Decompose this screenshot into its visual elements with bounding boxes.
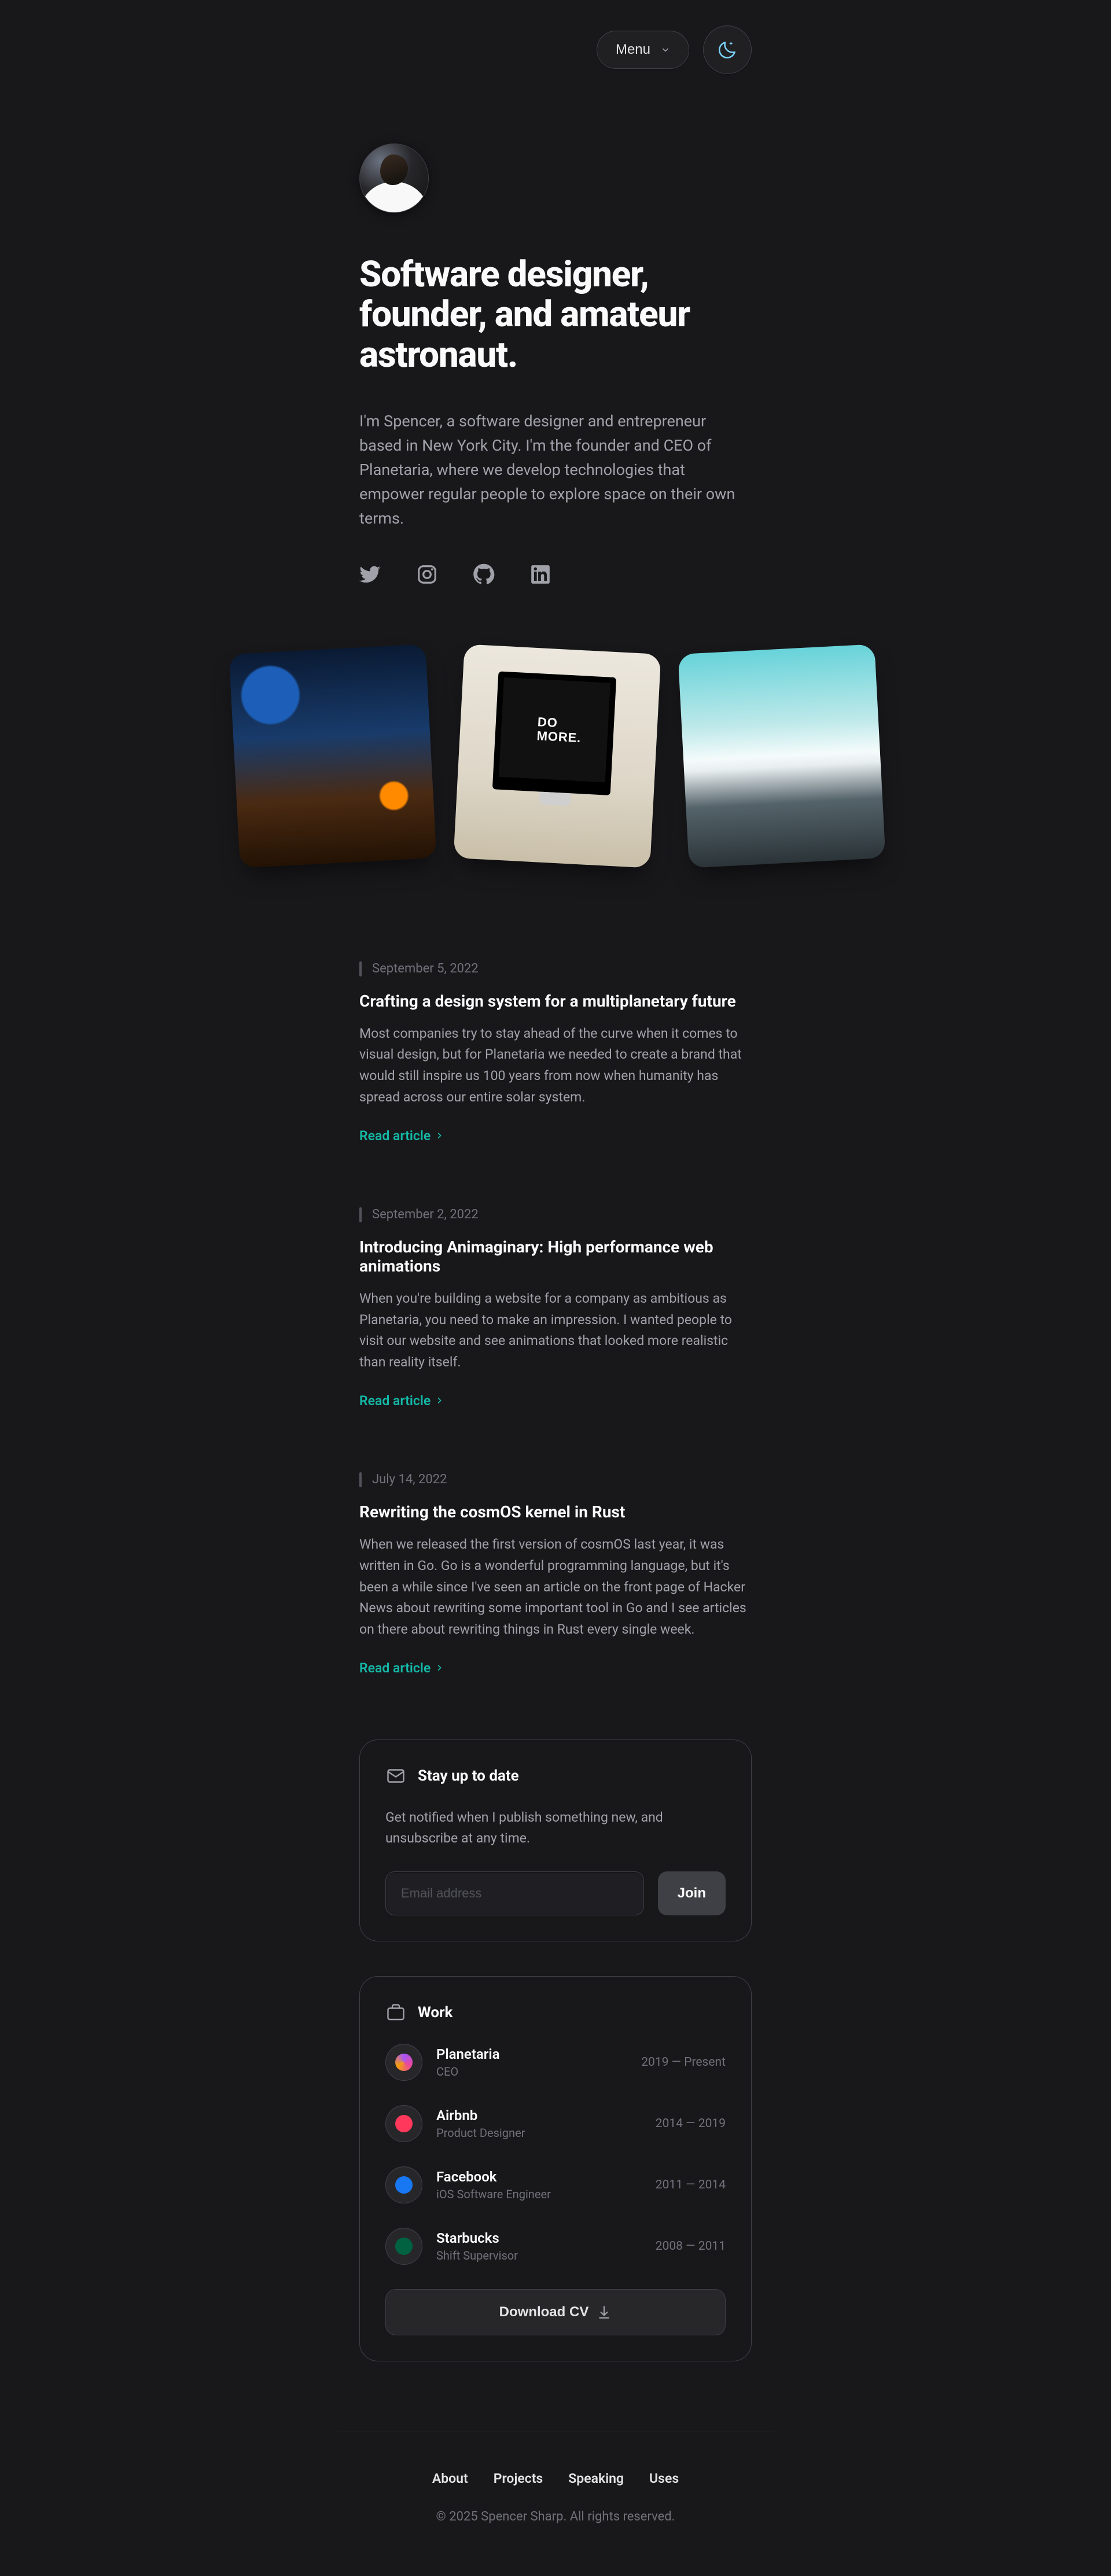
twitter-icon: [359, 563, 381, 585]
company-logo: [385, 2105, 422, 2142]
company-logo: [385, 2044, 422, 2081]
article-body: When we released the first version of co…: [359, 1534, 752, 1641]
date-bar: [359, 1472, 362, 1487]
theme-toggle-button[interactable]: [703, 25, 752, 74]
work-company: Planetaria: [436, 2046, 627, 2062]
hero-subtitle: I'm Spencer, a software designer and ent…: [359, 410, 741, 530]
work-dates: 2011 — 2014: [656, 2178, 726, 2192]
join-button[interactable]: Join: [658, 1871, 726, 1915]
read-article-link[interactable]: Read article: [359, 1660, 752, 1676]
download-cv-button[interactable]: Download CV: [385, 2289, 726, 2335]
work-role: CEO: [436, 2065, 627, 2079]
email-input[interactable]: [385, 1871, 644, 1915]
article-date: July 14, 2022: [372, 1472, 447, 1487]
avatar[interactable]: [359, 143, 429, 213]
download-icon: [597, 2305, 612, 2320]
footer: About Projects Speaking Uses © 2025 Spen…: [339, 2431, 772, 2576]
work-company: Starbucks: [436, 2230, 642, 2246]
work-title: Work: [418, 2004, 453, 2021]
linkedin-link[interactable]: [529, 563, 551, 585]
article-body: When you're building a website for a com…: [359, 1288, 752, 1373]
date-bar: [359, 1207, 362, 1222]
work-dates: 2014 — 2019: [656, 2117, 726, 2131]
date-bar: [359, 961, 362, 976]
gallery-photo: [678, 644, 886, 868]
article[interactable]: September 5, 2022 Crafting a design syst…: [359, 961, 752, 1144]
github-icon: [473, 563, 495, 585]
instagram-link[interactable]: [416, 563, 438, 585]
monitor-text: DO MORE.: [492, 671, 616, 795]
copyright: © 2025 Spencer Sharp. All rights reserve…: [359, 2509, 752, 2524]
article-body: Most companies try to stay ahead of the …: [359, 1023, 752, 1108]
article[interactable]: July 14, 2022 Rewriting the cosmOS kerne…: [359, 1472, 752, 1676]
chevron-right-icon: [435, 1131, 444, 1140]
chevron-right-icon: [435, 1663, 444, 1672]
footer-link-uses[interactable]: Uses: [649, 2471, 679, 2486]
menu-button[interactable]: Menu: [597, 31, 689, 69]
moon-icon: [716, 39, 738, 61]
work-dates: 2008 — 2011: [656, 2239, 726, 2253]
chevron-right-icon: [435, 1396, 444, 1405]
work-role: Product Designer: [436, 2126, 642, 2140]
company-logo: [385, 2228, 422, 2265]
instagram-icon: [416, 563, 438, 585]
work-item: Planetaria CEO 2019 — Present: [385, 2044, 726, 2081]
article-title: Introducing Animaginary: High performanc…: [359, 1237, 752, 1276]
newsletter-title: Stay up to date: [418, 1767, 519, 1785]
read-article-link[interactable]: Read article: [359, 1393, 752, 1409]
footer-link-projects[interactable]: Projects: [494, 2471, 543, 2486]
work-card: Work Planetaria CEO 2019 — Present Airbn…: [359, 1976, 752, 2361]
twitter-link[interactable]: [359, 563, 381, 585]
mail-icon: [385, 1766, 406, 1786]
read-article-link[interactable]: Read article: [359, 1128, 752, 1144]
work-company: Airbnb: [436, 2107, 642, 2124]
footer-link-speaking[interactable]: Speaking: [568, 2471, 624, 2486]
newsletter-card: Stay up to date Get notified when I publ…: [359, 1740, 752, 1941]
article[interactable]: September 2, 2022 Introducing Animaginar…: [359, 1207, 752, 1409]
photo-strip: DO MORE.: [234, 649, 668, 863]
article-title: Crafting a design system for a multiplan…: [359, 992, 752, 1011]
gallery-photo: DO MORE.: [454, 644, 661, 868]
company-logo: [385, 2166, 422, 2203]
linkedin-icon: [529, 563, 551, 585]
work-company: Facebook: [436, 2169, 642, 2185]
hero-title: Software designer, founder, and amateur …: [359, 255, 752, 375]
newsletter-body: Get notified when I publish something ne…: [385, 1807, 726, 1848]
work-role: Shift Supervisor: [436, 2249, 642, 2262]
work-role: iOS Software Engineer: [436, 2187, 642, 2201]
article-title: Rewriting the cosmOS kernel in Rust: [359, 1502, 752, 1521]
work-item: Airbnb Product Designer 2014 — 2019: [385, 2105, 726, 2142]
menu-button-label: Menu: [616, 42, 650, 58]
work-item: Facebook iOS Software Engineer 2011 — 20…: [385, 2166, 726, 2203]
work-item: Starbucks Shift Supervisor 2008 — 2011: [385, 2228, 726, 2265]
work-dates: 2019 — Present: [641, 2055, 726, 2069]
gallery-photo: [229, 644, 437, 868]
article-date: September 5, 2022: [372, 961, 479, 976]
footer-link-about[interactable]: About: [432, 2471, 468, 2486]
chevron-down-icon: [661, 45, 670, 54]
article-date: September 2, 2022: [372, 1207, 479, 1222]
briefcase-icon: [385, 2002, 406, 2023]
github-link[interactable]: [473, 563, 495, 585]
